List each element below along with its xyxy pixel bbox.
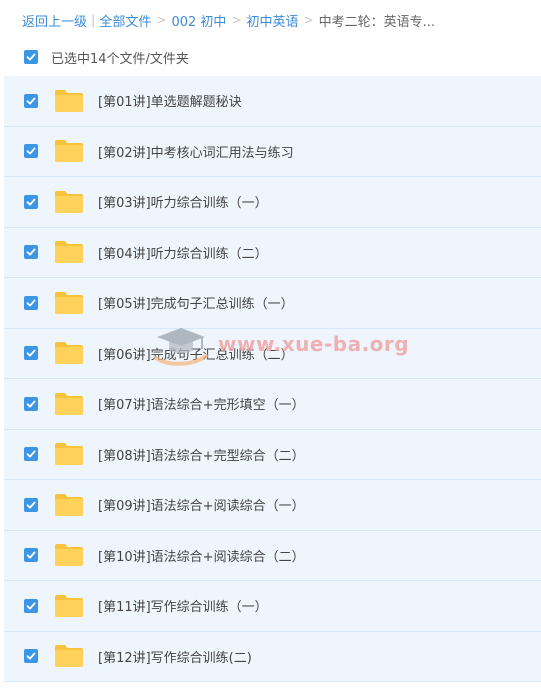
file-row[interactable]: [第04讲]听力综合训练（二） [4, 227, 541, 278]
file-list: [第01讲]单选题解题秘诀 [第02讲]中考核心词汇用法与练习 [第03讲]听力综合… [4, 76, 541, 682]
file-name[interactable]: [第12讲]写作综合训练(二) [98, 647, 252, 666]
row-checkbox[interactable] [24, 548, 38, 563]
folder-icon [54, 139, 84, 163]
file-name[interactable]: [第06讲]完成句子汇总训练（二） [98, 344, 294, 363]
file-name[interactable]: [第07讲]语法综合+完形填空（一） [98, 394, 305, 413]
file-name[interactable]: [第02讲]中考核心词汇用法与练习 [98, 142, 294, 161]
folder-icon [54, 190, 84, 214]
checkmark-icon [26, 198, 36, 206]
row-checkbox[interactable] [24, 447, 38, 462]
file-row[interactable]: [第06讲]完成句子汇总训练（二） [4, 328, 541, 379]
file-name[interactable]: [第01讲]单选题解题秘诀 [98, 91, 242, 110]
row-checkbox[interactable] [24, 396, 38, 411]
folder-icon [54, 341, 84, 365]
checkmark-icon [26, 602, 36, 610]
selection-count-label: 已选中14个文件/文件夹 [51, 51, 189, 67]
breadcrumb-english[interactable]: 初中英语 [247, 11, 299, 30]
checkmark-icon [26, 97, 36, 105]
checkmark-icon [26, 400, 36, 408]
chevron-right-icon: > [156, 13, 167, 27]
checkmark-icon [26, 349, 36, 357]
folder-icon [54, 442, 84, 466]
checkmark-icon [26, 501, 36, 509]
folder-icon [54, 89, 84, 113]
file-name[interactable]: [第11讲]写作综合训练（一） [98, 596, 268, 615]
checkmark-icon [26, 551, 36, 559]
folder-icon [54, 392, 84, 416]
file-row[interactable]: [第03讲]听力综合训练（一） [4, 177, 541, 228]
row-checkbox[interactable] [24, 598, 38, 613]
chevron-right-icon: > [303, 13, 314, 27]
checkmark-icon [26, 450, 36, 458]
select-all-checkbox[interactable] [24, 50, 38, 64]
checkmark-icon [26, 147, 36, 155]
folder-icon [54, 543, 84, 567]
file-name[interactable]: [第03讲]听力综合训练（一） [98, 192, 268, 211]
file-row[interactable]: [第11讲]写作综合训练（一） [4, 581, 541, 632]
folder-icon [54, 493, 84, 517]
checkmark-icon [26, 652, 36, 660]
breadcrumb: 返回上一级 | 全部文件 > 002 初中 > 初中英语 > 中考二轮：英语专.… [22, 9, 435, 31]
folder-icon [54, 291, 84, 315]
folder-icon [54, 240, 84, 264]
file-browser: 返回上一级 | 全部文件 > 002 初中 > 初中英语 > 中考二轮：英语专.… [0, 0, 541, 690]
file-row[interactable]: [第01讲]单选题解题秘诀 [4, 76, 541, 127]
file-name[interactable]: [第04讲]听力综合训练（二） [98, 243, 268, 262]
folder-icon [54, 594, 84, 618]
file-name[interactable]: [第10讲]语法综合+阅读综合（二） [98, 546, 305, 565]
file-name[interactable]: [第08讲]语法综合+完型综合（二） [98, 445, 305, 464]
file-row[interactable]: [第02讲]中考核心词汇用法与练习 [4, 126, 541, 177]
file-row[interactable]: [第12讲]写作综合训练(二) [4, 631, 541, 682]
row-checkbox[interactable] [24, 93, 38, 108]
row-checkbox[interactable] [24, 346, 38, 361]
checkmark-icon [26, 299, 36, 307]
row-checkbox[interactable] [24, 194, 38, 209]
checkmark-icon [26, 248, 36, 256]
file-row[interactable]: [第07讲]语法综合+完形填空（一） [4, 379, 541, 430]
row-checkbox[interactable] [24, 144, 38, 159]
file-row[interactable]: [第10讲]语法综合+阅读综合（二） [4, 530, 541, 581]
breadcrumb-divider: | [91, 12, 96, 28]
file-name[interactable]: [第05讲]完成句子汇总训练（一） [98, 293, 294, 312]
row-checkbox[interactable] [24, 295, 38, 310]
breadcrumb-current: 中考二轮：英语专... [318, 14, 435, 30]
file-row[interactable]: [第05讲]完成句子汇总训练（一） [4, 278, 541, 329]
selection-bar: 已选中14个文件/文件夹 [0, 40, 541, 74]
breadcrumb-all-files[interactable]: 全部文件 [99, 11, 151, 30]
file-row[interactable]: [第08讲]语法综合+完型综合（二） [4, 429, 541, 480]
chevron-right-icon: > [231, 13, 242, 27]
file-name[interactable]: [第09讲]语法综合+阅读综合（一） [98, 495, 305, 514]
back-link[interactable]: 返回上一级 [22, 11, 87, 30]
breadcrumb-junior-high[interactable]: 002 初中 [171, 11, 226, 30]
file-row[interactable]: [第09讲]语法综合+阅读综合（一） [4, 480, 541, 531]
checkmark-icon [26, 53, 36, 61]
folder-icon [54, 644, 84, 668]
row-checkbox[interactable] [24, 649, 38, 664]
row-checkbox[interactable] [24, 245, 38, 260]
row-checkbox[interactable] [24, 497, 38, 512]
